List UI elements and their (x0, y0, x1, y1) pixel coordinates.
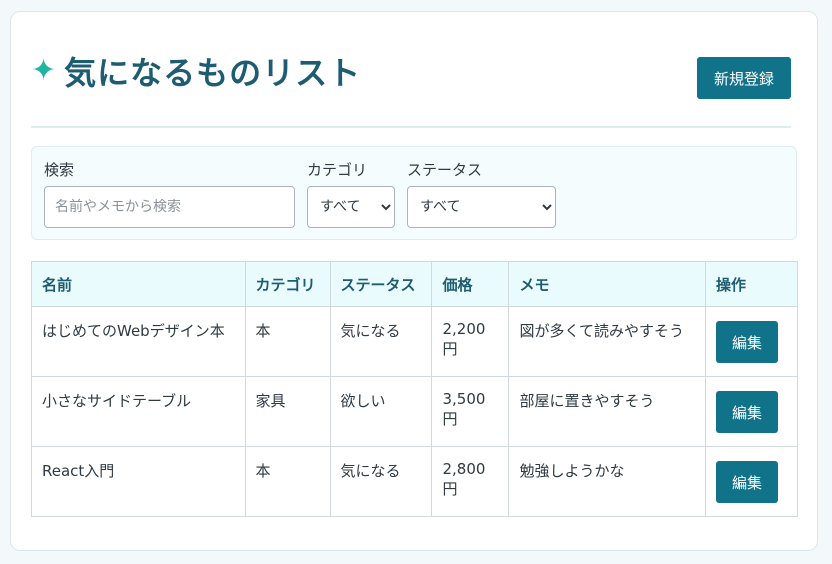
column-header-status: ステータス (329, 261, 433, 307)
category-label: カテゴリ (307, 161, 368, 179)
column-header-price: 価格 (431, 261, 510, 307)
cell-name: 小さなサイドテーブル (31, 376, 246, 447)
table-header-row: 名前 カテゴリ ステータス 価格 メモ 操作 (31, 261, 799, 307)
cell-category: 本 (244, 446, 331, 517)
column-header-action: 操作 (704, 261, 799, 307)
column-header-memo: メモ (508, 261, 706, 307)
edit-button[interactable]: 編集 (715, 461, 778, 503)
cell-action: 編集 (704, 446, 799, 517)
item-table: 名前 カテゴリ ステータス 価格 メモ 操作 はじめてのWebデザイン本 本 気… (31, 261, 799, 517)
search-label: 検索 (44, 161, 75, 179)
table-row: 小さなサイドテーブル 家具 欲しい 3,500円 部屋に置きやすそう 編集 (31, 376, 799, 447)
search-input[interactable] (44, 186, 295, 228)
cell-status: 欲しい (329, 376, 433, 447)
cell-category: 本 (244, 306, 331, 377)
cell-status: 気になる (329, 446, 433, 517)
status-select[interactable]: すべて (407, 186, 556, 228)
page-header: ✦ 気になるものリスト 新規登録 (31, 12, 791, 128)
status-label: ステータス (407, 161, 483, 179)
edit-button[interactable]: 編集 (715, 391, 778, 433)
cell-memo: 勉強しようかな (508, 446, 706, 517)
page-title: 気になるものリスト (64, 54, 362, 92)
table-row: はじめてのWebデザイン本 本 気になる 2,200円 図が多くて読みやすそう … (31, 306, 799, 377)
cell-price: 2,800円 (431, 446, 510, 517)
main-card: ✦ 気になるものリスト 新規登録 検索 カテゴリ すべて ステータス すべて 名… (10, 11, 818, 551)
cell-price: 3,500円 (431, 376, 510, 447)
new-register-button[interactable]: 新規登録 (697, 57, 791, 99)
sparkle-icon: ✦ (31, 53, 57, 88)
cell-memo: 部屋に置きやすそう (508, 376, 706, 447)
filter-panel: 検索 カテゴリ すべて ステータス すべて (31, 146, 797, 240)
cell-status: 気になる (329, 306, 433, 377)
category-select[interactable]: すべて (307, 186, 395, 228)
column-header-category: カテゴリ (244, 261, 331, 307)
cell-name: React入門 (31, 446, 246, 517)
table-row: React入門 本 気になる 2,800円 勉強しようかな 編集 (31, 446, 799, 517)
cell-price: 2,200円 (431, 306, 510, 377)
column-header-name: 名前 (31, 261, 246, 307)
cell-memo: 図が多くて読みやすそう (508, 306, 706, 377)
cell-action: 編集 (704, 306, 799, 377)
edit-button[interactable]: 編集 (715, 321, 778, 363)
cell-category: 家具 (244, 376, 331, 447)
cell-action: 編集 (704, 376, 799, 447)
title-group: ✦ 気になるものリスト (31, 48, 361, 94)
cell-name: はじめてのWebデザイン本 (31, 306, 246, 377)
